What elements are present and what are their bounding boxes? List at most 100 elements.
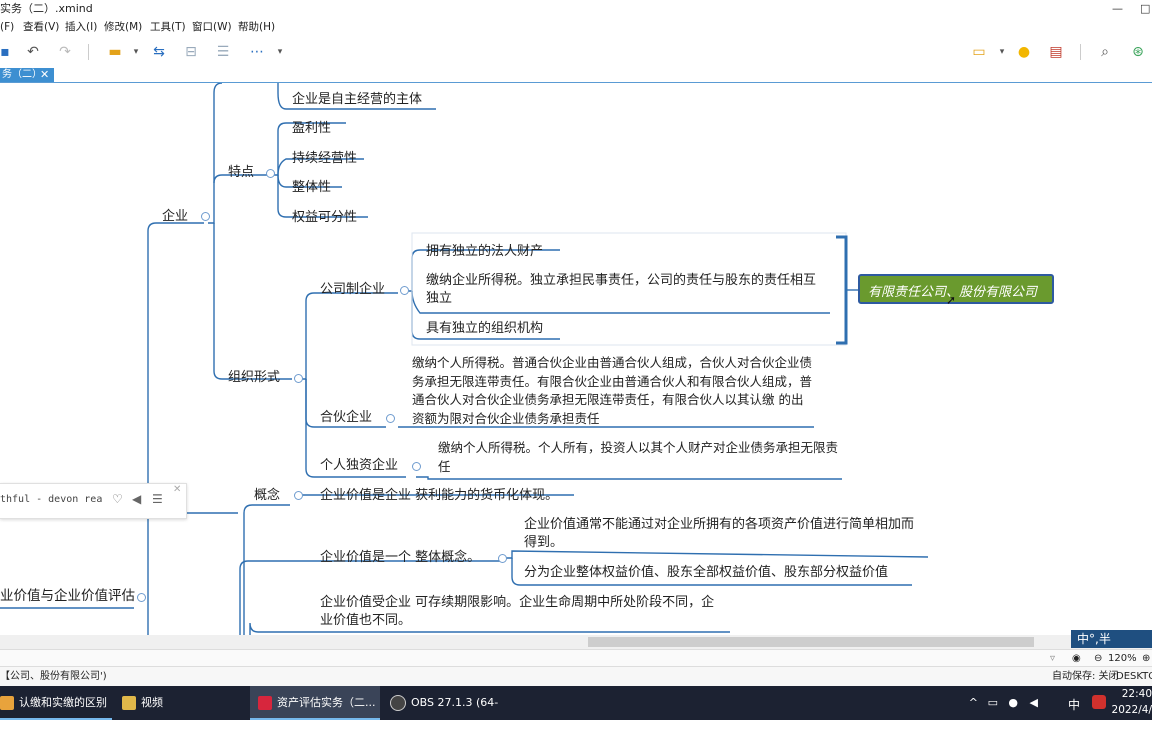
collapse-toggle[interactable] <box>386 414 395 423</box>
collapse-toggle[interactable] <box>412 462 421 471</box>
clock-date[interactable]: 2022/4/ <box>1112 704 1152 716</box>
window-title: 实务（二）.xmind <box>0 2 93 15</box>
topic-feature-item[interactable]: 持续经营性 <box>292 150 357 168</box>
menu-modify[interactable]: 修改(M) <box>104 18 142 36</box>
topic-independent-entity[interactable]: 企业是自主经营的主体 <box>292 91 422 109</box>
collapse-toggle[interactable] <box>400 286 409 295</box>
chevron-down-icon[interactable]: ▾ <box>271 43 289 61</box>
relationship-icon[interactable]: ⇆ <box>150 43 168 61</box>
save-icon[interactable]: ▪ <box>0 43 14 61</box>
topic-icon[interactable]: ▬ <box>106 43 124 61</box>
menu-view[interactable]: 查看(V) <box>23 18 59 36</box>
taskbar-item[interactable]: OBS 27.1.3 (64-bi... <box>384 686 514 743</box>
topic-partnership-desc[interactable]: 缴纳个人所得税。普通合伙企业由普通合伙人组成，合伙人对合伙企业债务承担无限连带责… <box>412 354 812 428</box>
topic-company-item[interactable]: 缴纳企业所得税。独立承担民事责任，公司的责任与股东的责任相互独立 <box>426 272 828 308</box>
menu-bar: (F) 查看(V) 插入(I) 修改(M) 工具(T) 窗口(W) 帮助(H) <box>0 18 1152 36</box>
menu-window[interactable]: 窗口(W) <box>192 18 232 36</box>
menu-help[interactable]: 帮助(H) <box>238 18 275 36</box>
undo-icon[interactable]: ↶ <box>24 43 42 61</box>
zoom-in-icon[interactable]: ⊕ <box>1142 650 1150 667</box>
collapse-toggle[interactable] <box>294 374 303 383</box>
topic-sole-desc[interactable]: 缴纳个人所得税。个人所有，投资人以其个人财产对企业债务承担无限责任 <box>438 439 838 476</box>
volume-icon[interactable]: ◀ <box>1030 696 1038 709</box>
microphone-icon[interactable]: ● <box>1008 696 1018 709</box>
topic-features[interactable]: 特点 <box>228 164 254 182</box>
maximize-button[interactable]: □ <box>1140 0 1150 18</box>
topic-whole-concept[interactable]: 企业价值是一个 整体概念。 <box>320 549 480 567</box>
machine-name: DESKTO <box>1116 671 1152 682</box>
share-icon[interactable]: ▤ <box>1047 43 1065 61</box>
chevron-up-icon[interactable]: ^ <box>969 696 978 709</box>
horizontal-scrollbar[interactable] <box>0 635 1152 649</box>
autosave-status[interactable]: 自动保存: 关闭 <box>1052 667 1119 687</box>
idea-icon[interactable]: ● <box>1015 43 1033 61</box>
taskbar-label: 视频 <box>141 696 163 709</box>
topic-company[interactable]: 公司制企业 <box>320 281 385 299</box>
toolbar: ▪ ↶ ↷ ▬ ▾ ⇆ ⊟ ☰ ⋯ ▾ ▭ ▾ ● ▤ ⌕ ⊛ <box>0 36 1152 69</box>
topic-whole-item[interactable]: 企业价值通常不能通过对企业所拥有的各项资产价值进行简单相加而得到。 <box>524 516 924 552</box>
topic-org-forms[interactable]: 组织形式 <box>228 369 280 387</box>
taskbar-item[interactable]: 认缴和实缴的区别_... <box>0 686 112 743</box>
ime-toolbar[interactable]: 中°,半 <box>1071 630 1152 648</box>
topic-feature-item[interactable]: 整体性 <box>292 179 331 197</box>
tab-document[interactable]: 务（二） ✕ <box>0 68 54 82</box>
topic-feature-item[interactable]: 盈利性 <box>292 120 331 138</box>
xmind-icon <box>258 696 272 710</box>
collapse-toggle[interactable] <box>266 169 275 178</box>
browser-icon <box>0 696 14 710</box>
chevron-down-icon[interactable]: ▾ <box>993 43 1011 61</box>
status-bar: 【公司、股份有限公司') 自动保存: 关闭 DESKTO <box>0 666 1152 687</box>
title-bar: 实务（二）.xmind — □ <box>0 0 1152 18</box>
minimize-button[interactable]: — <box>1112 0 1123 18</box>
topic-feature-item[interactable]: 权益可分性 <box>292 209 357 227</box>
zoom-out-icon[interactable]: ⊖ <box>1094 650 1102 667</box>
taskbar-label: 资产评估实务（二... <box>277 696 376 709</box>
redo-icon[interactable]: ↷ <box>56 43 74 61</box>
close-icon[interactable]: ✕ <box>173 484 181 495</box>
topic-concept-desc[interactable]: 企业价值是企业 获利能力的货币化体现。 <box>320 487 558 505</box>
topic-sole-proprietorship[interactable]: 个人独资企业 <box>320 457 398 475</box>
heart-icon[interactable]: ♡ <box>112 492 123 506</box>
topic-enterprise[interactable]: 企业 <box>162 208 188 226</box>
obs-icon <box>390 695 406 711</box>
ime-status: 中°,半 <box>1077 632 1111 646</box>
menu-file[interactable]: (F) <box>0 18 14 36</box>
network-icon[interactable]: ▭ <box>988 696 998 709</box>
mindmap-canvas[interactable]: 企业是自主经营的主体 企业 特点 盈利性 持续经营性 整体性 权益可分性 组织形… <box>0 83 1152 635</box>
topic-company-item[interactable]: 拥有独立的法人财产 <box>426 243 543 261</box>
scroll-thumb[interactable] <box>588 637 1034 647</box>
collapse-toggle[interactable] <box>498 554 507 563</box>
music-player-popup[interactable]: thful - devon rea ♡ ◀ ☰ ✕ <box>0 483 187 519</box>
summary-icon[interactable]: ☰ <box>214 43 232 61</box>
more-icon[interactable]: ⋯ <box>248 43 266 61</box>
taskbar-item[interactable]: 视频 <box>122 686 240 720</box>
close-icon[interactable]: ✕ <box>40 68 49 82</box>
clock-time[interactable]: 22:40 <box>1122 688 1152 700</box>
editor-tab-strip: 务（二） ✕ <box>0 68 1152 83</box>
toolbar-divider <box>88 44 89 60</box>
menu-tools[interactable]: 工具(T) <box>150 18 186 36</box>
menu-insert[interactable]: 插入(I) <box>65 18 97 36</box>
chevron-down-icon[interactable]: ▾ <box>127 43 145 61</box>
topic-concept[interactable]: 概念 <box>254 487 280 505</box>
eye-icon[interactable]: ◉ <box>1072 650 1081 667</box>
presentation-icon[interactable]: ▭ <box>970 43 988 61</box>
topic-lifecycle[interactable]: 企业价值受企业 可存续期限影响。企业生命周期中所处阶段不同，企业价值也不同。 <box>320 594 720 630</box>
collapse-toggle[interactable] <box>201 212 210 221</box>
collapse-toggle[interactable] <box>294 491 303 500</box>
collapse-toggle[interactable] <box>137 593 146 602</box>
input-method-icon[interactable] <box>1092 695 1106 709</box>
search-icon[interactable]: ⌕ <box>1096 43 1114 61</box>
taskbar-item[interactable]: 资产评估实务（二... <box>250 686 380 720</box>
filter-icon[interactable]: ▿ <box>1050 650 1055 667</box>
ime-indicator[interactable]: 中 <box>1068 696 1080 713</box>
topic-partnership[interactable]: 合伙企业 <box>320 409 372 427</box>
topic-company-item[interactable]: 具有独立的组织机构 <box>426 320 543 338</box>
boundary-icon[interactable]: ⊟ <box>182 43 200 61</box>
topic-whole-item[interactable]: 分为企业整体权益价值、股东全部权益价值、股东部分权益价值 <box>524 564 888 582</box>
list-icon[interactable]: ☰ <box>152 492 163 506</box>
zoom-level[interactable]: 120% <box>1108 650 1137 667</box>
volume-icon[interactable]: ◀ <box>132 492 141 506</box>
network-icon[interactable]: ⊛ <box>1129 43 1147 61</box>
topic-enterprise-value[interactable]: 业价值与企业价值评估 <box>0 587 135 605</box>
